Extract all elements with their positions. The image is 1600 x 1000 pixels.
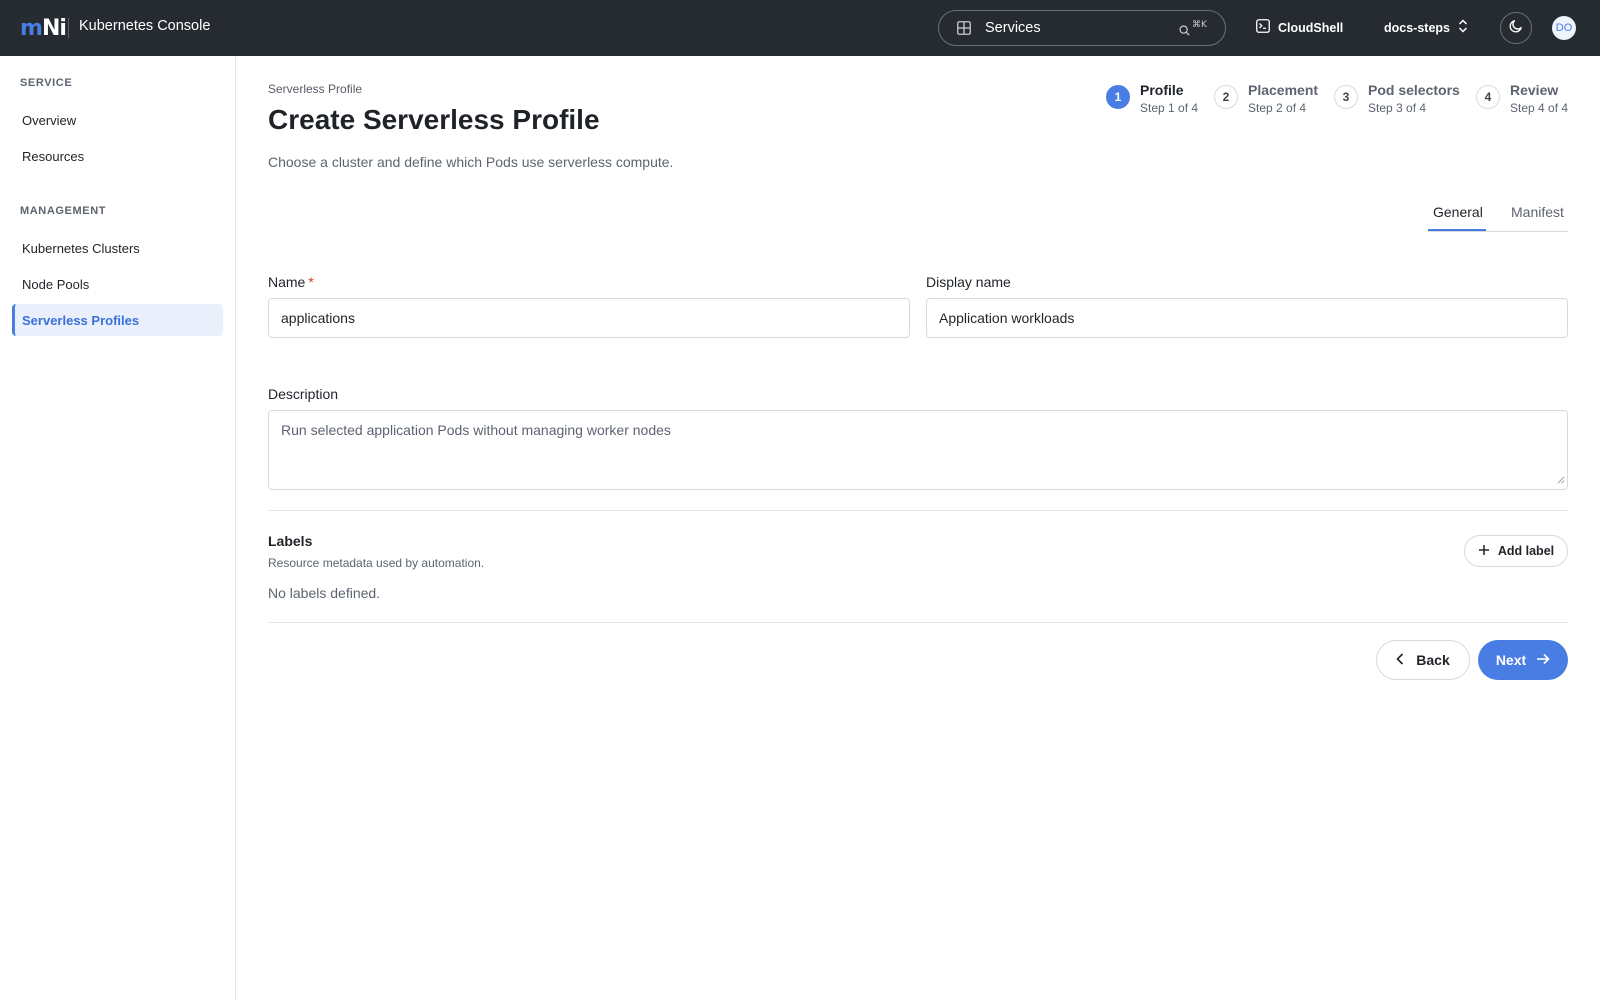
back-button[interactable]: Back xyxy=(1376,640,1470,680)
tab-general[interactable]: General xyxy=(1433,204,1483,220)
resize-handle-icon[interactable] xyxy=(1557,471,1565,487)
step-review[interactable]: 4 Review Step 4 of 4 xyxy=(1476,82,1568,115)
cloudshell-button[interactable]: CloudShell xyxy=(1256,19,1343,36)
sidebar: SERVICE Overview Resources MANAGEMENT Ku… xyxy=(0,56,236,1000)
form-tabs: General Manifest xyxy=(1428,196,1568,232)
sidebar-heading-management: MANAGEMENT xyxy=(20,205,107,217)
step-number: 3 xyxy=(1334,85,1358,109)
add-label-text: Add label xyxy=(1497,544,1555,558)
moon-icon xyxy=(1509,19,1523,38)
step-sub: Step 1 of 4 xyxy=(1140,101,1199,115)
step-number: 2 xyxy=(1214,85,1238,109)
description-value: Run selected application Pods without ma… xyxy=(281,422,671,438)
labels-empty-state: No labels defined. xyxy=(268,585,381,601)
breadcrumb[interactable]: Serverless Profile xyxy=(268,82,362,96)
sidebar-item-resources[interactable]: Resources xyxy=(12,140,223,172)
logo-mark-right: Ni xyxy=(41,15,67,41)
description-textarea[interactable]: Run selected application Pods without ma… xyxy=(268,410,1568,490)
step-number: 4 xyxy=(1476,85,1500,109)
topbar-divider xyxy=(68,18,69,38)
grid-icon xyxy=(957,21,971,40)
search-shortcut: ⌘K xyxy=(1192,20,1207,30)
page-title: Create Serverless Profile xyxy=(268,104,600,135)
project-label: docs-steps xyxy=(1384,20,1450,35)
user-avatar[interactable]: DO xyxy=(1552,16,1576,40)
chevron-up-down-icon xyxy=(1458,19,1468,36)
section-divider xyxy=(268,510,1568,511)
active-tab-indicator xyxy=(1428,229,1486,231)
back-label: Back xyxy=(1416,652,1450,668)
required-mark: * xyxy=(308,274,314,290)
step-label: Review xyxy=(1510,82,1559,98)
next-button[interactable]: Next xyxy=(1478,640,1568,680)
arrow-right-icon xyxy=(1536,652,1550,668)
name-input[interactable]: applications xyxy=(268,298,910,338)
sidebar-item-node-pools[interactable]: Node Pools xyxy=(12,268,223,300)
sidebar-item-kubernetes-clusters[interactable]: Kubernetes Clusters xyxy=(12,232,223,264)
step-sub: Step 3 of 4 xyxy=(1368,101,1427,115)
plus-icon xyxy=(1478,544,1490,559)
step-sub: Step 2 of 4 xyxy=(1248,101,1307,115)
app-title[interactable]: Kubernetes Console xyxy=(79,18,210,34)
page-subtitle: Choose a cluster and define which Pods u… xyxy=(268,154,674,170)
display-name-input[interactable]: Application workloads xyxy=(926,298,1568,338)
sidebar-heading-service: SERVICE xyxy=(20,77,73,89)
name-label: Name * xyxy=(268,274,314,290)
step-pod-selectors[interactable]: 3 Pod selectors Step 3 of 4 xyxy=(1334,82,1460,115)
top-bar: m Ni Kubernetes Console Services ⌘K Cloud… xyxy=(0,0,1600,56)
labels-title: Labels xyxy=(268,533,313,549)
labels-subtitle: Resource metadata used by automation. xyxy=(268,556,485,570)
sidebar-item-overview[interactable]: Overview xyxy=(12,104,223,136)
description-label: Description xyxy=(268,386,339,402)
next-label: Next xyxy=(1495,652,1527,668)
project-selector[interactable]: docs-steps xyxy=(1384,19,1468,36)
service-search[interactable]: Services ⌘K xyxy=(938,10,1226,46)
step-placement[interactable]: 2 Placement Step 2 of 4 xyxy=(1214,82,1318,115)
name-label-text: Name xyxy=(268,274,306,290)
footer-divider xyxy=(268,622,1568,623)
cloudshell-label: CloudShell xyxy=(1278,20,1344,35)
step-label: Placement xyxy=(1248,82,1319,98)
step-label: Profile xyxy=(1140,82,1184,98)
theme-toggle-button[interactable] xyxy=(1500,12,1532,44)
chevron-left-icon xyxy=(1396,652,1404,668)
search-icon xyxy=(1179,23,1190,41)
search-value: Services xyxy=(985,20,1041,36)
step-label: Pod selectors xyxy=(1368,82,1460,98)
step-sub: Step 4 of 4 xyxy=(1510,101,1569,115)
tab-manifest[interactable]: Manifest xyxy=(1511,204,1564,220)
logo-mark-left: m xyxy=(20,15,43,41)
sidebar-item-serverless-profiles[interactable]: Serverless Profiles xyxy=(12,304,223,336)
terminal-icon xyxy=(1256,19,1270,36)
add-label-button[interactable]: Add label xyxy=(1464,535,1568,567)
step-number: 1 xyxy=(1106,85,1130,109)
step-profile[interactable]: 1 Profile Step 1 of 4 xyxy=(1106,82,1198,115)
display-name-label: Display name xyxy=(926,274,1011,290)
brand-logo[interactable]: m Ni xyxy=(20,15,67,41)
